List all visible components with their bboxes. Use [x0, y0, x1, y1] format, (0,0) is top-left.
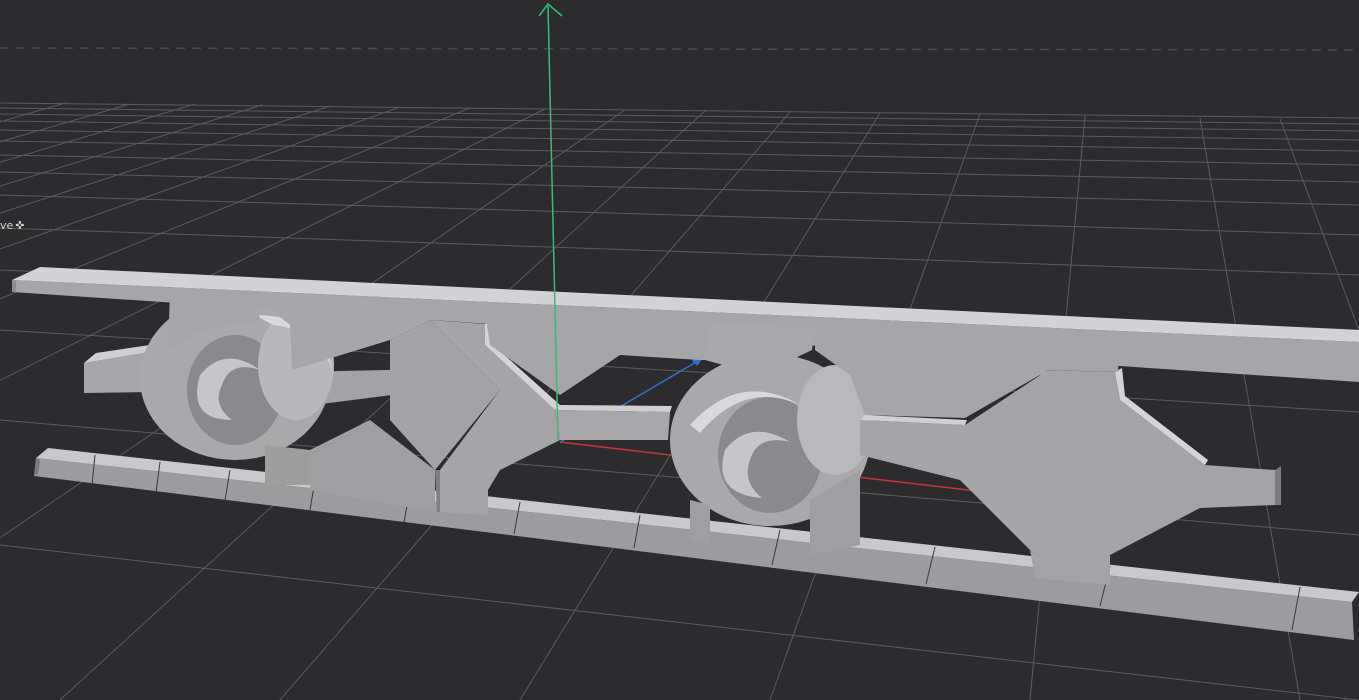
move-crosshair-icon: ✜ — [15, 219, 25, 232]
y-axis-arrowhead — [538, 2, 563, 17]
3d-viewport[interactable]: ve ✜ — [0, 0, 1359, 700]
navigation-mode-text: ve — [0, 219, 14, 232]
horizon-line — [0, 47, 1359, 51]
navigation-mode-label[interactable]: ve ✜ — [0, 219, 25, 233]
viewport-canvas[interactable] — [0, 0, 1359, 700]
